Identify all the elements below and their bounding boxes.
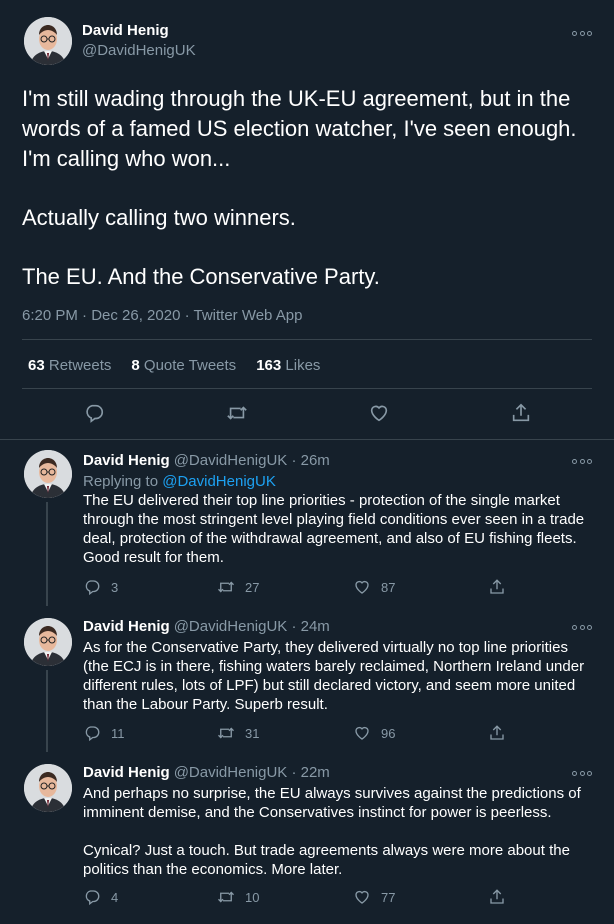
reply-text: As for the Conservative Party, they deli… bbox=[83, 638, 593, 714]
like-count: 77 bbox=[381, 889, 396, 905]
retweet-icon bbox=[217, 724, 235, 742]
reply-header: David Henig @DavidHenigUK · 26m bbox=[83, 452, 330, 469]
main-tweet: David Henig @DavidHenigUK I'm still wadi… bbox=[0, 0, 614, 440]
retweet-button[interactable]: 31 bbox=[217, 724, 259, 742]
reply-text: Replying to @DavidHenigUK The EU deliver… bbox=[83, 472, 593, 567]
share-button[interactable] bbox=[488, 578, 506, 596]
reply-action-bar: 11 31 96 bbox=[83, 724, 513, 746]
reply-icon bbox=[83, 578, 101, 596]
replying-to-link[interactable]: @DavidHenigUK bbox=[162, 473, 276, 490]
reply-tweet[interactable]: David Henig @DavidHenigUK · 26m Replying … bbox=[0, 440, 614, 606]
divider bbox=[22, 388, 592, 389]
retweet-button[interactable]: 10 bbox=[217, 888, 259, 906]
author-handle-time[interactable]: @DavidHenigUK · 22m bbox=[174, 764, 330, 781]
replying-to-label: Replying to bbox=[83, 473, 163, 490]
author-name[interactable]: David Henig bbox=[82, 22, 169, 39]
tweet-text: I'm still wading through the UK-EU agree… bbox=[22, 84, 592, 292]
like-icon[interactable] bbox=[368, 402, 392, 426]
likes-stat[interactable]: 163 Likes bbox=[256, 357, 320, 374]
avatar[interactable] bbox=[24, 618, 72, 666]
share-button[interactable] bbox=[488, 888, 506, 906]
reply-count: 4 bbox=[111, 889, 119, 905]
like-icon bbox=[353, 578, 371, 596]
text-line: different rules, lots of LPF) but still … bbox=[83, 677, 576, 694]
avatar[interactable] bbox=[24, 17, 72, 65]
text-line: The EU delivered their top line prioriti… bbox=[83, 492, 560, 509]
author-handle-time[interactable]: @DavidHenigUK · 26m bbox=[174, 452, 330, 469]
more-icon[interactable] bbox=[572, 456, 592, 466]
text-line: than the Labour Party. Superb result. bbox=[83, 696, 328, 713]
reply-button[interactable]: 3 bbox=[83, 578, 118, 596]
more-icon[interactable] bbox=[572, 28, 592, 38]
author-handle-time[interactable]: @DavidHenigUK · 24m bbox=[174, 618, 330, 635]
like-count: 96 bbox=[381, 725, 396, 741]
reply-button[interactable]: 4 bbox=[83, 888, 118, 906]
reply-icon[interactable] bbox=[83, 402, 107, 426]
reply-icon bbox=[83, 888, 101, 906]
reply-action-bar: 4 10 77 bbox=[83, 888, 513, 910]
tweet-paragraph: Actually calling two winners. bbox=[22, 205, 296, 230]
like-button[interactable]: 96 bbox=[353, 724, 395, 742]
reply-tweet[interactable]: David Henig @DavidHenigUK · 24m As for th… bbox=[0, 606, 614, 752]
share-icon[interactable] bbox=[510, 402, 534, 426]
text-line: deal, protection of the withdrawal agree… bbox=[83, 530, 577, 547]
share-button[interactable] bbox=[488, 724, 506, 742]
retweet-button[interactable]: 27 bbox=[217, 578, 259, 596]
avatar[interactable] bbox=[24, 764, 72, 812]
retweet-count: 10 bbox=[245, 889, 260, 905]
author-handle[interactable]: @DavidHenigUK bbox=[82, 42, 196, 59]
share-icon bbox=[488, 724, 506, 742]
reply-tweet[interactable]: David Henig @DavidHenigUK · 22m And perha… bbox=[0, 752, 614, 924]
share-icon bbox=[488, 888, 506, 906]
text-line: (the ECJ is in there, fishing waters bar… bbox=[83, 658, 585, 675]
engagement-stats: 63 Retweets 8 Quote Tweets 163 Likes bbox=[28, 357, 320, 374]
like-icon bbox=[353, 888, 371, 906]
reply-button[interactable]: 11 bbox=[83, 724, 125, 742]
text-line: And perhaps no surprise, the EU always s… bbox=[83, 785, 581, 802]
text-line: Cynical? Just a touch. But trade agreeme… bbox=[83, 842, 570, 859]
reply-action-bar: 3 27 87 bbox=[83, 578, 513, 600]
avatar-image bbox=[24, 618, 72, 666]
avatar-image bbox=[24, 450, 72, 498]
avatar[interactable] bbox=[24, 450, 72, 498]
retweet-count: 27 bbox=[245, 579, 260, 595]
reply-icon bbox=[83, 724, 101, 742]
reply-header: David Henig @DavidHenigUK · 24m bbox=[83, 618, 330, 635]
tweet-timestamp[interactable]: 6:20 PM · Dec 26, 2020 · Twitter Web App bbox=[22, 307, 302, 324]
retweet-icon bbox=[217, 578, 235, 596]
like-icon bbox=[353, 724, 371, 742]
retweet-icon[interactable] bbox=[226, 402, 250, 426]
author-name[interactable]: David Henig bbox=[83, 764, 170, 781]
avatar-image bbox=[24, 17, 72, 65]
avatar-image bbox=[24, 764, 72, 812]
author-name[interactable]: David Henig bbox=[83, 452, 170, 469]
main-action-bar bbox=[0, 396, 614, 432]
text-line: politics than the economics. More later. bbox=[83, 861, 343, 878]
reply-header: David Henig @DavidHenigUK · 22m bbox=[83, 764, 330, 781]
text-line: imminent demise, and the Conservatives i… bbox=[83, 804, 552, 821]
more-icon[interactable] bbox=[572, 768, 592, 778]
reply-count: 11 bbox=[111, 725, 125, 741]
more-icon[interactable] bbox=[572, 622, 592, 632]
thread-line bbox=[46, 502, 48, 606]
divider bbox=[22, 339, 592, 340]
text-line: As for the Conservative Party, they deli… bbox=[83, 639, 568, 656]
retweet-icon bbox=[217, 888, 235, 906]
like-button[interactable]: 87 bbox=[353, 578, 395, 596]
like-count: 87 bbox=[381, 579, 396, 595]
thread-line bbox=[46, 670, 48, 752]
tweet-paragraph: The EU. And the Conservative Party. bbox=[22, 264, 380, 289]
retweets-stat[interactable]: 63 Retweets bbox=[28, 357, 111, 374]
like-button[interactable]: 77 bbox=[353, 888, 395, 906]
tweet-paragraph: I'm still wading through the UK-EU agree… bbox=[22, 86, 577, 171]
author-name[interactable]: David Henig bbox=[83, 618, 170, 635]
text-line: through the most stringent level playing… bbox=[83, 511, 585, 528]
quote-tweets-stat[interactable]: 8 Quote Tweets bbox=[131, 357, 236, 374]
text-line-empty bbox=[83, 822, 593, 841]
reply-count: 3 bbox=[111, 579, 119, 595]
retweet-count: 31 bbox=[245, 725, 260, 741]
text-line: Good result for them. bbox=[83, 549, 224, 566]
reply-text: And perhaps no surprise, the EU always s… bbox=[83, 784, 593, 879]
share-icon bbox=[488, 578, 506, 596]
